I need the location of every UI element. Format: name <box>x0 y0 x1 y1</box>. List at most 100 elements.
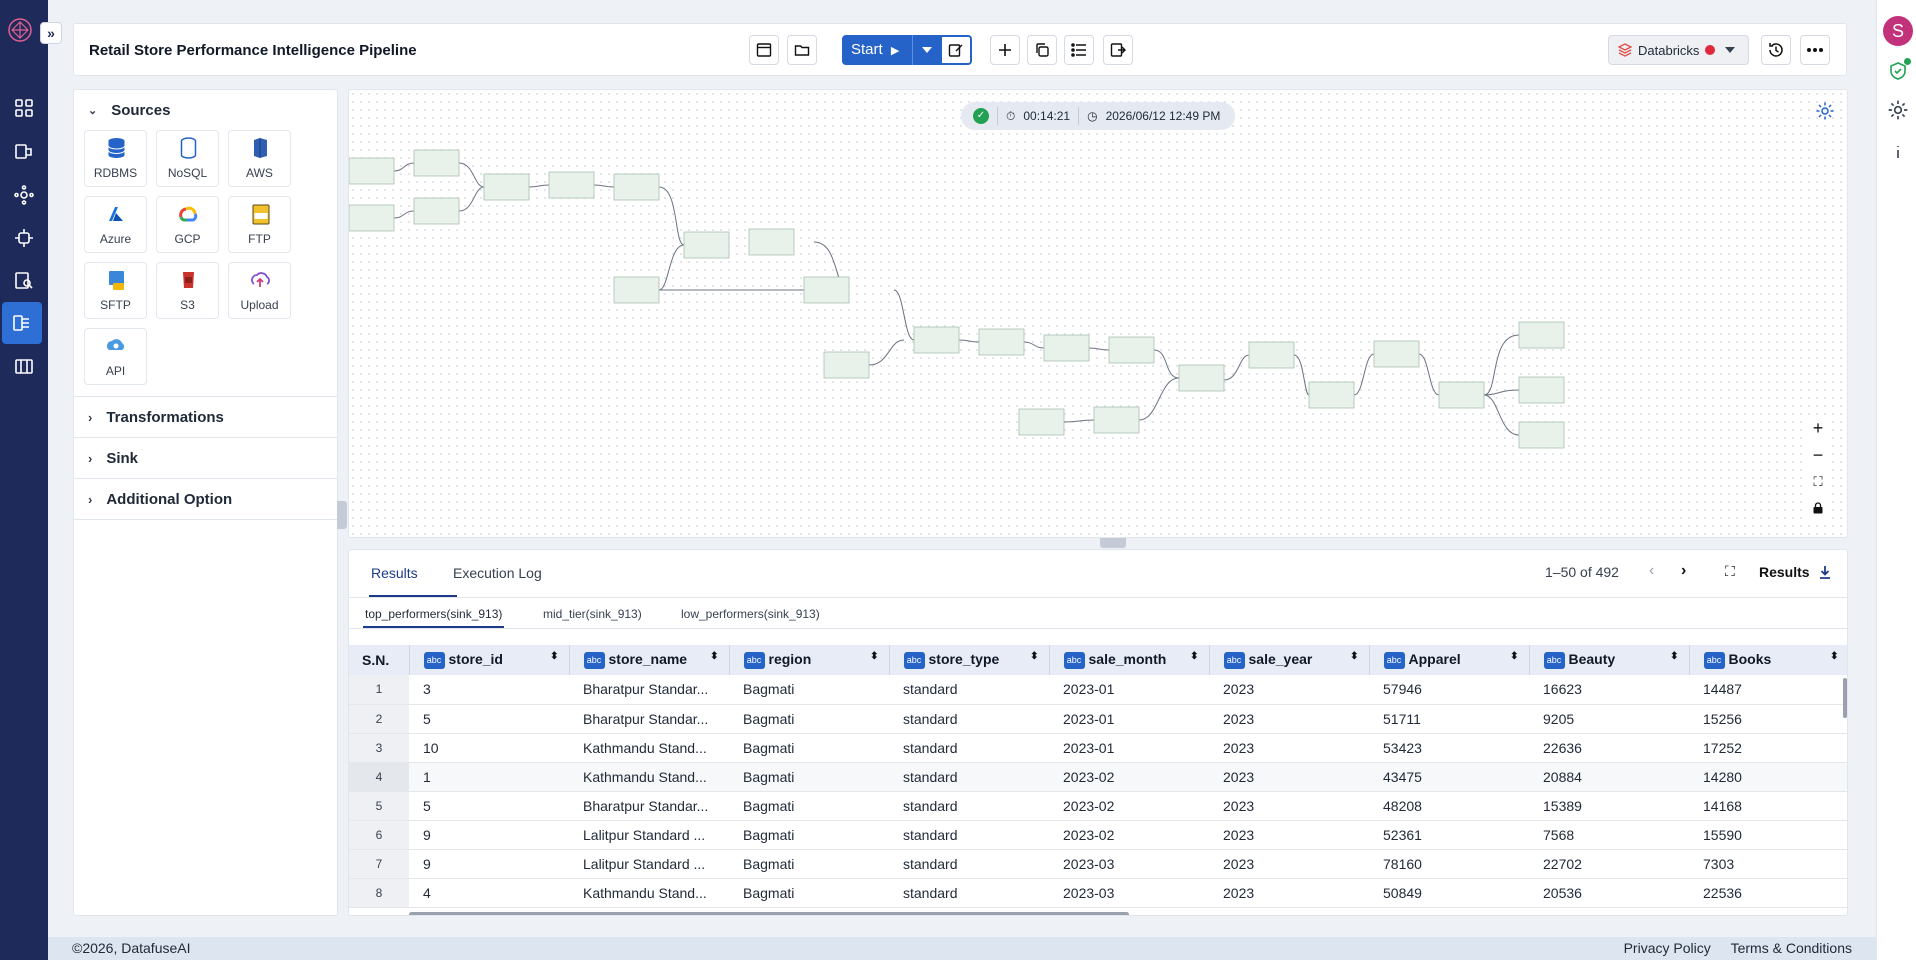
table-row[interactable]: 3 10 Kathmandu Stand... Bagmati standard 2023… <box>349 733 1847 763</box>
avatar[interactable]: S <box>1883 16 1913 46</box>
canvas-settings-icon[interactable] <box>1815 101 1835 121</box>
start-label: Start <box>851 41 883 58</box>
monitor-icon[interactable] <box>0 260 48 302</box>
additional-option-section-header[interactable]: › Additional Option <box>74 479 337 519</box>
sort-icon[interactable]: ⬍ <box>1030 651 1038 662</box>
table-row[interactable]: 8 4 Kathmandu Stand... Bagmati standard 2023-… <box>349 878 1847 908</box>
table-cell: Bharatpur Standar... <box>569 704 729 734</box>
column-header[interactable]: abc Beauty ⬍ <box>1529 645 1690 675</box>
start-button[interactable]: Start ▶ <box>842 35 912 65</box>
row-number: 6 <box>349 820 409 850</box>
pagination-info: 1–50 of 492 <box>1545 564 1619 580</box>
layout-icon[interactable] <box>749 35 779 65</box>
fit-view-icon[interactable]: ⛶ <box>1805 469 1831 495</box>
source-tile-api[interactable]: API <box>84 328 147 385</box>
divider <box>74 519 337 520</box>
pipeline-icon[interactable] <box>0 131 48 173</box>
column-header[interactable]: abc region ⬍ <box>729 645 890 675</box>
table-row[interactable]: 2 5 Bharatpur Standar... Bagmati standard 202… <box>349 704 1847 734</box>
workflow-icon[interactable] <box>2 302 42 344</box>
column-label: store_type <box>928 651 1000 668</box>
lock-icon[interactable] <box>1805 495 1831 521</box>
edit-run-button[interactable] <box>940 35 972 65</box>
collapse-panel-handle[interactable] <box>337 501 347 529</box>
sort-icon[interactable]: ⬍ <box>550 651 558 662</box>
pipeline-canvas[interactable]: ✓ ⏱ 00:14:21 ◷ 2026/06/12 12:49 PM + − ⛶ <box>348 89 1848 538</box>
source-tile-upload[interactable]: Upload <box>228 262 291 319</box>
source-tile-aws[interactable]: AWS <box>228 130 291 187</box>
divider <box>349 628 1847 629</box>
more-options-icon[interactable] <box>1800 35 1830 65</box>
sink-tab-low-performers[interactable]: low_performers(sink_913) <box>681 600 820 628</box>
table-row[interactable]: 6 9 Lalitpur Standard ... Bagmati standard 20… <box>349 820 1847 850</box>
source-tile-gcp[interactable]: GCP <box>156 196 219 253</box>
history-icon[interactable] <box>1761 35 1791 65</box>
gear-icon[interactable] <box>1883 95 1913 125</box>
column-header[interactable]: abc Apparel ⬍ <box>1369 645 1530 675</box>
source-tile-azure[interactable]: Azure <box>84 196 147 253</box>
start-dropdown-button[interactable] <box>912 35 940 65</box>
fullscreen-icon[interactable]: ⛶ <box>1725 563 1735 580</box>
column-header[interactable]: abc sale_month ⬍ <box>1049 645 1210 675</box>
dashboard-icon[interactable] <box>0 87 48 129</box>
sort-icon[interactable]: ⬍ <box>710 651 718 662</box>
privacy-policy-link[interactable]: Privacy Policy <box>1624 940 1711 956</box>
tab-results[interactable]: Results <box>369 550 457 597</box>
column-header[interactable]: abc store_name ⬍ <box>569 645 730 675</box>
terms-link[interactable]: Terms & Conditions <box>1731 940 1852 956</box>
column-label: store_name <box>608 651 688 668</box>
table-row[interactable]: 5 5 Bharatpur Standar... Bagmati standard 202… <box>349 791 1847 821</box>
source-tile-rdbms[interactable]: RDBMS <box>84 130 147 187</box>
source-tile-s3[interactable]: S3 <box>156 262 219 319</box>
prev-page-button[interactable]: ‹ <box>1649 562 1654 580</box>
export-icon[interactable] <box>1103 35 1133 65</box>
ftp-icon <box>252 204 270 225</box>
tile-label: NoSQL <box>167 166 208 180</box>
results-download-button[interactable]: Results <box>1759 564 1831 580</box>
sort-icon[interactable]: ⬍ <box>1510 651 1518 662</box>
datafuse-logo-icon <box>8 18 32 42</box>
catalog-icon[interactable] <box>0 345 48 387</box>
horizontal-scrollbar[interactable] <box>409 912 1129 915</box>
sink-tab-mid-tier[interactable]: mid_tier(sink_913) <box>543 600 642 628</box>
vertical-scrollbar[interactable] <box>1843 678 1847 718</box>
source-tile-sftp[interactable]: SFTP <box>84 262 147 319</box>
integrations-icon[interactable] <box>0 217 48 259</box>
list-icon[interactable] <box>1064 35 1094 65</box>
sink-tab-top-performers[interactable]: top_performers(sink_913) <box>363 600 505 628</box>
copy-icon[interactable] <box>1027 35 1057 65</box>
tab-execution-log[interactable]: Execution Log <box>453 550 542 597</box>
sources-section-header[interactable]: ⌄ Sources <box>74 90 337 130</box>
table-row[interactable]: 4 1 Kathmandu Stand... Bagmati standard 2023-… <box>349 762 1847 792</box>
page-title: Retail Store Performance Intelligence Pi… <box>89 42 417 59</box>
sort-icon[interactable]: ⬍ <box>1670 651 1678 662</box>
shield-check-icon[interactable] <box>1883 56 1913 86</box>
sort-icon[interactable]: ⬍ <box>1350 651 1358 662</box>
next-page-button[interactable]: › <box>1681 562 1686 580</box>
engine-selector[interactable]: Databricks <box>1608 35 1749 65</box>
zoom-in-button[interactable]: + <box>1805 415 1831 441</box>
sort-icon[interactable]: ⬍ <box>870 651 878 662</box>
table-row[interactable]: 7 9 Lalitpur Standard ... Bagmati standard 20… <box>349 849 1847 879</box>
resize-handle[interactable] <box>1100 538 1126 548</box>
table-row[interactable]: 1 3 Bharatpur Standar... Bagmati standard 202… <box>349 675 1847 705</box>
graph-icon[interactable] <box>0 174 48 216</box>
sink-section-header[interactable]: › Sink <box>74 438 337 478</box>
source-tile-nosql[interactable]: NoSQL <box>156 130 219 187</box>
folder-open-icon[interactable] <box>787 35 817 65</box>
tile-label: AWS <box>246 166 273 180</box>
sort-icon[interactable]: ⬍ <box>1190 651 1198 662</box>
source-tile-ftp[interactable]: FTP <box>228 196 291 253</box>
add-icon[interactable] <box>990 35 1020 65</box>
info-icon[interactable] <box>1883 137 1913 167</box>
column-header[interactable]: abc Books ⬍ <box>1689 645 1847 675</box>
column-header[interactable]: abc sale_year ⬍ <box>1209 645 1370 675</box>
zoom-out-button[interactable]: − <box>1805 442 1831 468</box>
expand-nav-button[interactable]: » <box>40 22 62 44</box>
sort-icon[interactable]: ⬍ <box>1830 651 1838 662</box>
column-header[interactable]: abc store_id ⬍ <box>409 645 570 675</box>
transformations-section-header[interactable]: › Transformations <box>74 397 337 437</box>
table-cell: 2023-02 <box>1049 791 1209 821</box>
table-cell: 9 <box>409 820 569 850</box>
column-header[interactable]: abc store_type ⬍ <box>889 645 1050 675</box>
